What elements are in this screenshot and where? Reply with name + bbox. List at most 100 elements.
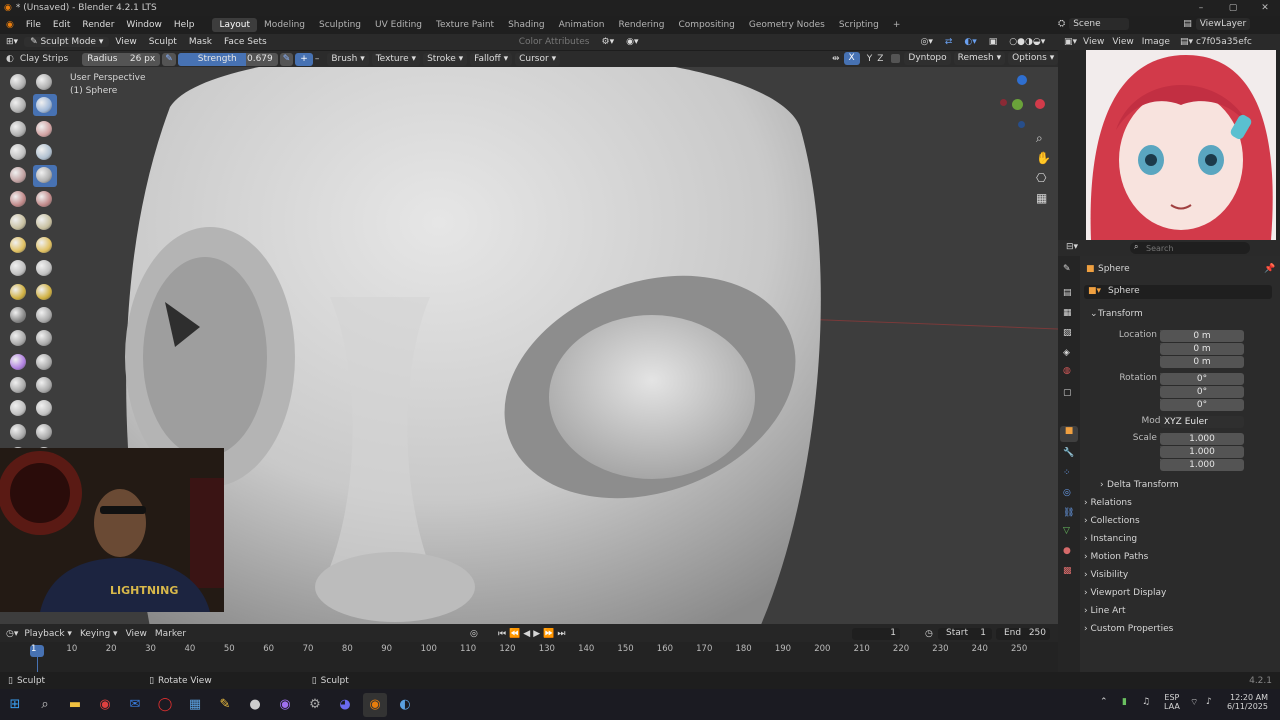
menu-help[interactable]: Help [168, 20, 201, 30]
tool-mesh-filter-icon[interactable] [36, 423, 52, 440]
object-name-field[interactable]: ■▾ Sphere [1084, 285, 1272, 299]
tab-modeling[interactable]: Modeling [257, 18, 312, 32]
add-workspace-icon[interactable]: + [886, 18, 908, 32]
subtract-direction-button[interactable]: – [315, 54, 320, 64]
stroke-dropdown[interactable]: Stroke ▾ [423, 52, 468, 66]
symmetry-x-toggle[interactable]: X [843, 52, 860, 65]
tool-slide-relax-icon[interactable] [10, 330, 26, 347]
rotation-mode-dropdown[interactable]: XYZ Euler [1160, 416, 1244, 428]
tool-mask-icon[interactable] [10, 376, 26, 393]
tool-scrape-icon[interactable] [10, 213, 26, 230]
microphone-icon[interactable]: ♫ [1142, 697, 1150, 707]
menu-window[interactable]: Window [120, 20, 168, 30]
maximize-button[interactable]: ▢ [1218, 0, 1248, 16]
delta-chevron-icon[interactable]: › [1100, 480, 1104, 490]
scale-y-field[interactable]: 1.000 [1160, 446, 1244, 458]
tool-simplify-icon[interactable] [36, 353, 52, 370]
image-name[interactable]: c7f05a35efc [1196, 37, 1252, 47]
tool-thumb-icon[interactable] [10, 283, 26, 300]
view-layer-icon[interactable]: ▤ [1183, 19, 1192, 29]
playback-menu[interactable]: Playback ▾ [24, 629, 72, 639]
instancing-panel[interactable]: › Instancing [1084, 534, 1137, 544]
clock[interactable]: 12:20 AM 6/11/2025 [1222, 693, 1268, 711]
tool-rotate-icon[interactable] [36, 307, 52, 323]
tool-flatten-icon[interactable] [10, 190, 26, 207]
tray-chevron-icon[interactable]: ⌃ [1100, 697, 1108, 707]
auto-keying-icon[interactable]: ◎ [470, 629, 478, 639]
cursor-dropdown[interactable]: Cursor ▾ [515, 52, 561, 66]
scale-z-field[interactable]: 1.000 [1160, 459, 1244, 471]
tab-compositing[interactable]: Compositing [671, 18, 741, 32]
falloff-dropdown[interactable]: Falloff ▾ [470, 52, 513, 66]
symmetry-z-toggle[interactable]: Z [877, 54, 883, 64]
start-frame-field[interactable]: Start 1 [938, 628, 992, 640]
tool-tab-icon[interactable]: ✎ [1063, 264, 1071, 274]
view-layer-name[interactable]: ViewLayer [1195, 18, 1251, 30]
tool-name[interactable]: Clay Strips [20, 54, 68, 64]
visibility-icon[interactable]: ◎▾ [914, 37, 938, 47]
tool-elastic-deform-icon[interactable] [10, 260, 26, 277]
transform-chevron-icon[interactable]: ⌄ [1090, 309, 1098, 319]
chrome-icon[interactable]: ◉ [93, 693, 117, 717]
render-tab-icon[interactable]: ▤ [1063, 288, 1072, 298]
tab-rendering[interactable]: Rendering [612, 18, 672, 32]
mode-dropdown[interactable]: ✎ Sculpt Mode ▾ [24, 37, 110, 47]
tool-nudge-icon[interactable] [10, 307, 26, 323]
visibility-panel[interactable]: › Visibility [1084, 570, 1128, 580]
camera-view-icon[interactable]: ⎔ [1036, 171, 1046, 185]
pivot-icon[interactable]: ⚙▾ [596, 37, 621, 47]
radius-field[interactable]: Radius 26 px [82, 52, 161, 66]
menu-view[interactable]: View [109, 37, 142, 47]
brush-dropdown[interactable]: Brush ▾ [327, 52, 369, 66]
location-y-field[interactable]: 0 m [1160, 343, 1244, 355]
keying-menu[interactable]: Keying ▾ [80, 629, 118, 639]
menu-file[interactable]: File [20, 20, 47, 30]
scene-icon[interactable]: ⛭ [1058, 19, 1065, 29]
timeline-scrubber[interactable]: 1 10 20 30 40 50 60 70 80 90 100 110 120 130 140 150 160… [0, 642, 1058, 672]
remesh-dropdown[interactable]: Remesh ▾ [953, 52, 1006, 65]
editor-type-icon[interactable]: ◷▾ [6, 629, 18, 639]
playback-controls[interactable]: ⏮⏪◀▶⏩⏭ [498, 629, 568, 639]
rotation-z-field[interactable]: 0° [1160, 399, 1244, 411]
strength-pressure-icon[interactable]: ✎ [279, 52, 294, 66]
timeline-view-menu[interactable]: View [126, 629, 147, 639]
strength-field[interactable]: Strength 0.679 [177, 52, 278, 66]
add-direction-button[interactable]: + [295, 52, 313, 66]
dyntopo-toggle[interactable]: Dyntopo [904, 52, 951, 65]
xray-icon[interactable]: ▣ [983, 37, 1004, 47]
editor-type-icon[interactable]: ▣▾ [1064, 37, 1077, 47]
data-tab-icon[interactable]: ▽ [1063, 526, 1070, 536]
motion-paths-panel[interactable]: › Motion Paths [1084, 552, 1148, 562]
editor-type-icon[interactable]: ⊟▾ [1066, 242, 1078, 252]
github-icon[interactable]: ● [243, 693, 267, 717]
start-menu-icon[interactable]: ⊞ [3, 693, 27, 717]
search-icon[interactable]: ⌕ [33, 693, 57, 717]
steam-icon[interactable]: ◐ [393, 693, 417, 717]
rotation-x-field[interactable]: 0° [1160, 373, 1244, 385]
menu-edit[interactable]: Edit [47, 20, 76, 30]
menu-image[interactable]: Image [1142, 37, 1170, 47]
menu-sculpt[interactable]: Sculpt [143, 37, 183, 47]
tool-pose-icon[interactable] [36, 283, 52, 300]
tool-cloth-icon[interactable] [10, 353, 26, 370]
tool-draw-sharp-icon[interactable] [36, 74, 52, 90]
file-explorer-icon[interactable]: ▬ [63, 693, 87, 717]
tool-crease-icon[interactable] [10, 167, 26, 184]
tab-uv-editing[interactable]: UV Editing [368, 18, 429, 32]
navigation-gizmo[interactable] [996, 75, 1052, 131]
tab-layout[interactable]: Layout [212, 18, 258, 32]
material-tab-icon[interactable]: ● [1063, 546, 1071, 556]
blender-taskbar-icon[interactable]: ◉ [363, 692, 387, 717]
menu-render[interactable]: Render [76, 20, 120, 30]
collections-panel[interactable]: › Collections [1084, 516, 1140, 526]
location-x-field[interactable]: 0 m [1160, 330, 1244, 342]
dyntopo-checkbox[interactable] [891, 54, 901, 63]
close-button[interactable]: ✕ [1250, 0, 1280, 16]
tab-texture-paint[interactable]: Texture Paint [429, 18, 501, 32]
volume-icon[interactable]: ♪ [1206, 697, 1212, 707]
physics-tab-icon[interactable]: ◎ [1063, 488, 1071, 498]
radius-pressure-icon[interactable]: ✎ [162, 52, 176, 66]
overlay-toggle-icon[interactable]: ◐▾ [958, 37, 982, 47]
settings-icon[interactable]: ⚙ [303, 693, 327, 717]
tool-clay-thumb-icon[interactable] [10, 120, 26, 137]
